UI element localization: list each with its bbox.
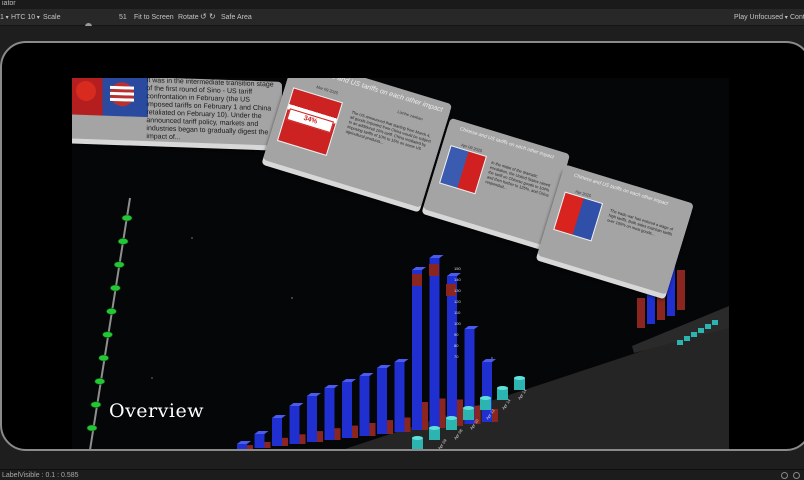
fit-to-screen-button[interactable]: Fit to Screen — [134, 13, 174, 22]
timeline-slider-knob[interactable] — [106, 308, 117, 315]
bar-blue — [289, 406, 300, 444]
timeline-slider-knob[interactable] — [113, 261, 125, 268]
bar-top — [464, 326, 479, 329]
toolbar-control[interactable]: Cont — [790, 13, 804, 22]
distant-bar-teal — [698, 328, 704, 333]
news-card-image-caption: 34% TARIFFS — [286, 108, 334, 137]
news-card-body: The trade war has entered a stage of hig… — [606, 207, 674, 237]
y-axis-tick-label: 130 — [454, 288, 461, 293]
status-notification-icon — [793, 472, 800, 479]
news-card[interactable]: It was in the intermediate transition st… — [72, 78, 282, 146]
bar-top — [429, 255, 444, 258]
bar-top — [342, 379, 356, 382]
bar-blue — [254, 434, 265, 448]
bar-blue — [324, 388, 335, 440]
bar-blue — [342, 382, 352, 438]
bar-top — [447, 273, 461, 276]
news-card-body: It was in the intermediate transition st… — [146, 78, 274, 142]
bar-top — [237, 441, 251, 444]
scale-value: 51 — [119, 14, 127, 21]
rotate-button[interactable]: Rotate — [178, 13, 199, 22]
rotate-left-icon[interactable]: ↺ — [200, 12, 207, 21]
bar-teal-top — [497, 386, 508, 390]
bar-blue — [307, 396, 317, 442]
window-titlebar: iator — [0, 0, 804, 9]
status-spinner-icon — [781, 472, 788, 479]
distant-bar-teal — [712, 320, 718, 325]
bar-blue — [237, 444, 247, 449]
bar-teal-top — [446, 416, 457, 420]
bar-blue — [272, 418, 282, 446]
bar-blue — [412, 270, 422, 430]
distant-bar — [657, 290, 665, 320]
news-card-image — [553, 191, 604, 242]
bar-teal-top — [429, 426, 440, 430]
bar-top — [377, 365, 391, 368]
bar-red-cap — [412, 274, 422, 286]
bar-top — [254, 431, 269, 434]
vr-scene[interactable]: 150 140 130 120 110 100 90 80 70 Apr 09 Apr 08 Apr… — [72, 78, 729, 449]
bar-teal-top — [463, 406, 474, 410]
news-card-date: Mar 09 2025 — [315, 84, 339, 96]
device-dropdown[interactable]: HTC 10 — [11, 13, 40, 23]
game-view-toolbar: 1 HTC 10 Scale 51 Fit to Screen Rotate ↺… — [0, 9, 804, 30]
timeline-slider-knob[interactable] — [98, 354, 109, 362]
distant-bar-teal — [677, 340, 683, 345]
game-view: 150 140 130 120 110 100 90 80 70 Apr 09 Apr 08 Apr… — [0, 26, 804, 469]
bar-top — [272, 415, 286, 418]
bar-blue — [394, 362, 405, 432]
y-axis-tick-label: 70 — [454, 354, 459, 359]
bar-teal-top — [514, 376, 525, 380]
bar-top — [412, 267, 426, 270]
timeline-slider-knob[interactable] — [94, 378, 106, 385]
rotate-right-icon[interactable]: ↻ — [209, 12, 216, 21]
display-dropdown[interactable]: 1 — [0, 13, 9, 23]
bar-teal-top — [480, 396, 491, 400]
y-axis-tick-label: 80 — [454, 343, 459, 348]
status-text: LabelVisible : 0.1 : 0.585 — [2, 472, 79, 479]
distant-bar-teal — [691, 332, 697, 337]
play-mode-dropdown[interactable]: Play Unfocused — [734, 13, 788, 23]
safe-area-toggle[interactable]: Safe Area — [221, 13, 252, 22]
bar-blue — [429, 258, 440, 428]
window-title: iator — [2, 0, 16, 7]
bar-top — [289, 403, 304, 406]
y-axis-tick-label: 90 — [454, 332, 459, 337]
timeline-slider-knob[interactable] — [121, 214, 133, 222]
y-axis-tick-label: 100 — [454, 321, 461, 326]
bar-top — [307, 393, 321, 396]
device-frame: 150 140 130 120 110 100 90 80 70 Apr 09 Apr 08 Apr… — [0, 41, 804, 451]
bar-top — [324, 385, 339, 388]
news-card-source: Lianhe zaobao — [396, 108, 424, 122]
timeline-slider-knob[interactable] — [86, 424, 98, 432]
y-axis-tick-label: 150 — [454, 266, 461, 271]
y-axis-tick-label: 110 — [454, 310, 461, 315]
news-card-body: In the midst of the dramatic escalation,… — [484, 159, 551, 198]
bar-top — [394, 359, 409, 362]
timeline-slider-knob[interactable] — [117, 238, 129, 245]
bar-blue — [377, 368, 387, 434]
timeline-slider-knob[interactable] — [102, 331, 113, 338]
distant-bar-teal — [705, 324, 711, 329]
overview-label: Overview — [109, 400, 204, 422]
bar-top — [359, 373, 374, 376]
bar-top — [482, 359, 496, 362]
y-axis-ticks: 150 140 130 120 110 100 90 80 70 — [454, 266, 461, 359]
bar-teal-top — [412, 436, 423, 440]
bar-blue — [359, 376, 370, 436]
scale-label: Scale — [43, 14, 61, 21]
bar-red-cap — [429, 264, 439, 276]
y-axis-tick-label: 140 — [454, 277, 461, 282]
distant-bar — [677, 270, 685, 310]
timeline-slider-knob[interactable] — [110, 284, 121, 292]
distant-bar — [637, 298, 645, 328]
news-card-image: 34% TARIFFS — [276, 87, 344, 157]
news-card-image — [72, 78, 148, 118]
status-bar: LabelVisible : 0.1 : 0.585 — [0, 469, 804, 480]
distant-bar-teal — [684, 336, 690, 341]
y-axis-tick-label: 120 — [454, 299, 461, 304]
timeline-slider-knob[interactable] — [90, 401, 102, 408]
